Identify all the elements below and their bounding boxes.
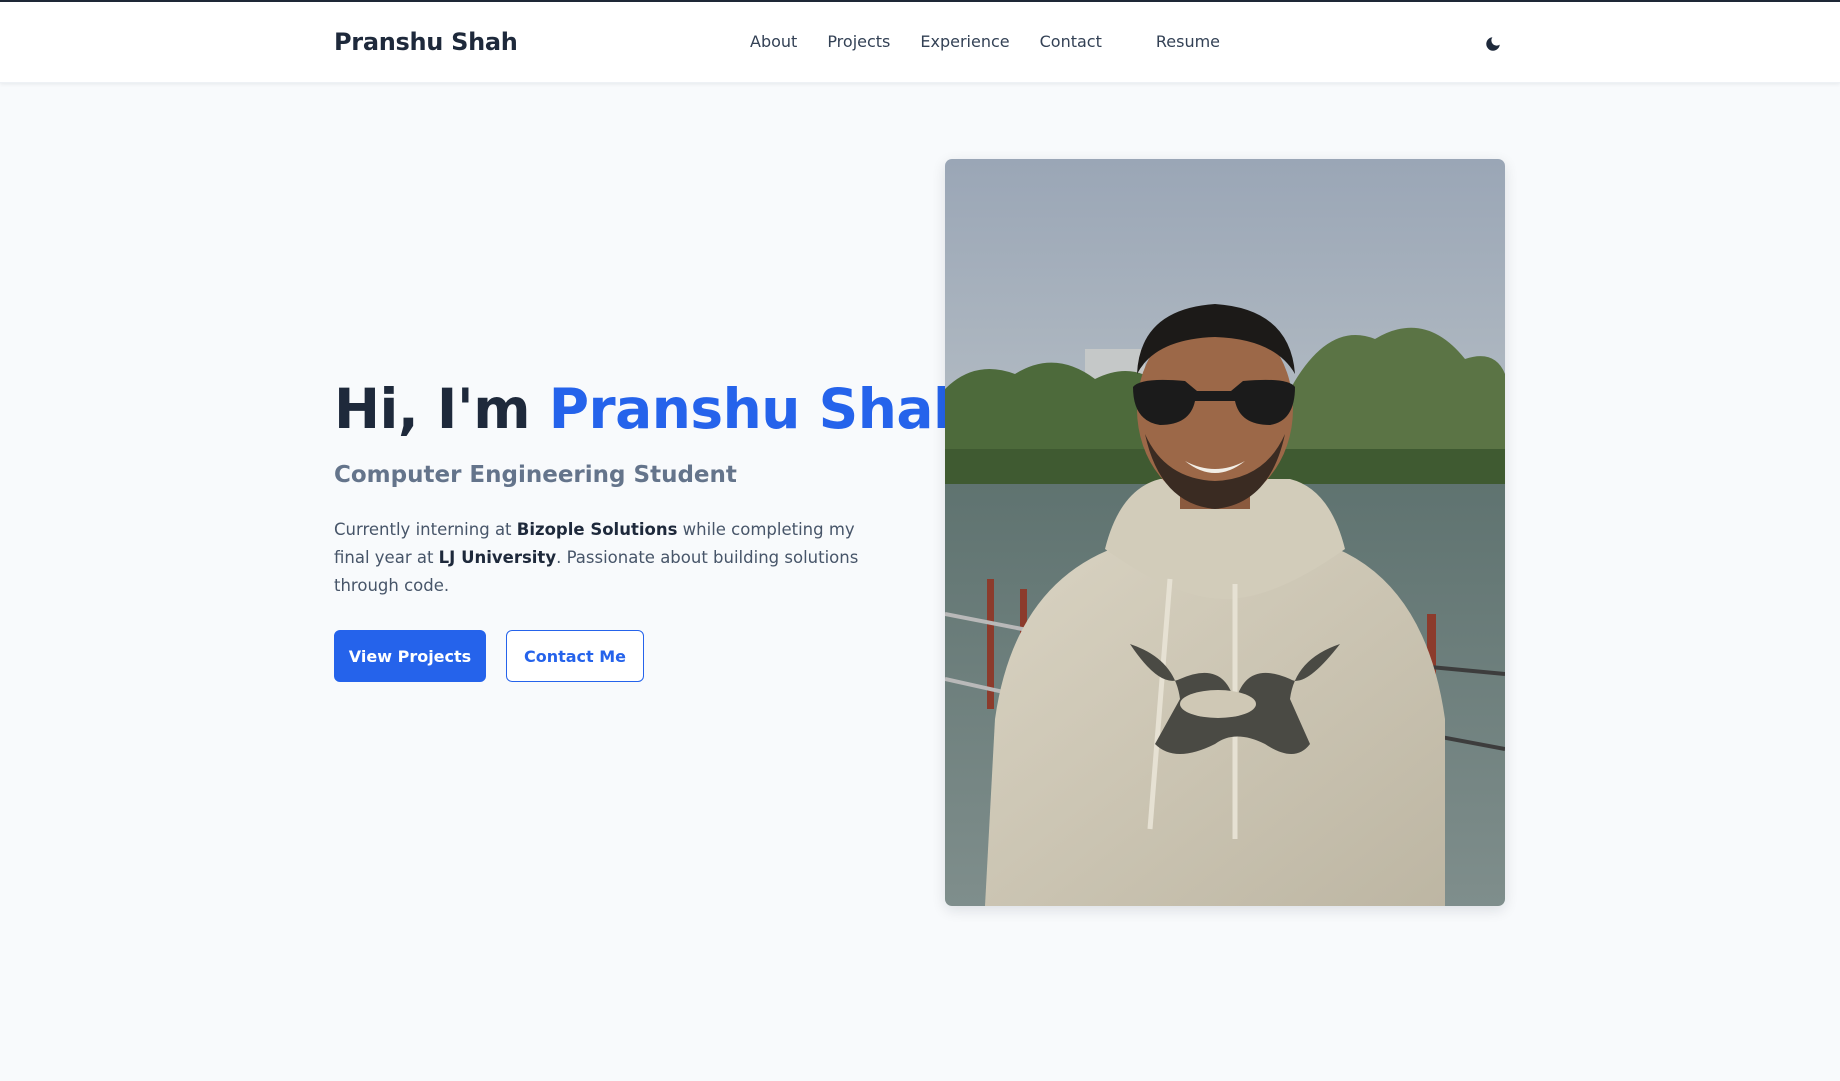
nav-link-about[interactable]: About	[750, 30, 797, 54]
nav-menu: About Projects Experience Contact Resume	[750, 30, 1220, 54]
navbar: Pranshu Shah About Projects Experience C…	[0, 2, 1840, 83]
brand-logo[interactable]: Pranshu Shah	[334, 27, 518, 57]
description-text-1: Currently interning at	[334, 520, 517, 539]
hero-title: Hi, I'm Pranshu Shah	[334, 374, 972, 444]
nav-link-contact[interactable]: Contact	[1040, 30, 1102, 54]
contact-me-button[interactable]: Contact Me	[506, 630, 644, 682]
nav-link-experience[interactable]: Experience	[920, 30, 1009, 54]
hero-greeting: Hi, I'm	[334, 377, 549, 441]
university-name: LJ University	[438, 548, 557, 567]
hero-actions: View Projects Contact Me	[334, 630, 894, 682]
moon-icon	[1486, 37, 1500, 51]
theme-toggle-button[interactable]	[1478, 29, 1508, 59]
hero-description: Currently interning at Bizople Solutions…	[334, 516, 874, 600]
nav-link-resume[interactable]: Resume	[1156, 30, 1220, 54]
profile-photo	[945, 159, 1505, 906]
nav-link-projects[interactable]: Projects	[827, 30, 890, 54]
view-projects-button[interactable]: View Projects	[334, 630, 486, 682]
hero-name: Pranshu Shah	[548, 377, 972, 441]
hero-section: Hi, I'm Pranshu Shah Computer Engineerin…	[334, 374, 972, 682]
hero-subtitle: Computer Engineering Student	[334, 462, 737, 488]
company-name: Bizople Solutions	[516, 520, 678, 539]
